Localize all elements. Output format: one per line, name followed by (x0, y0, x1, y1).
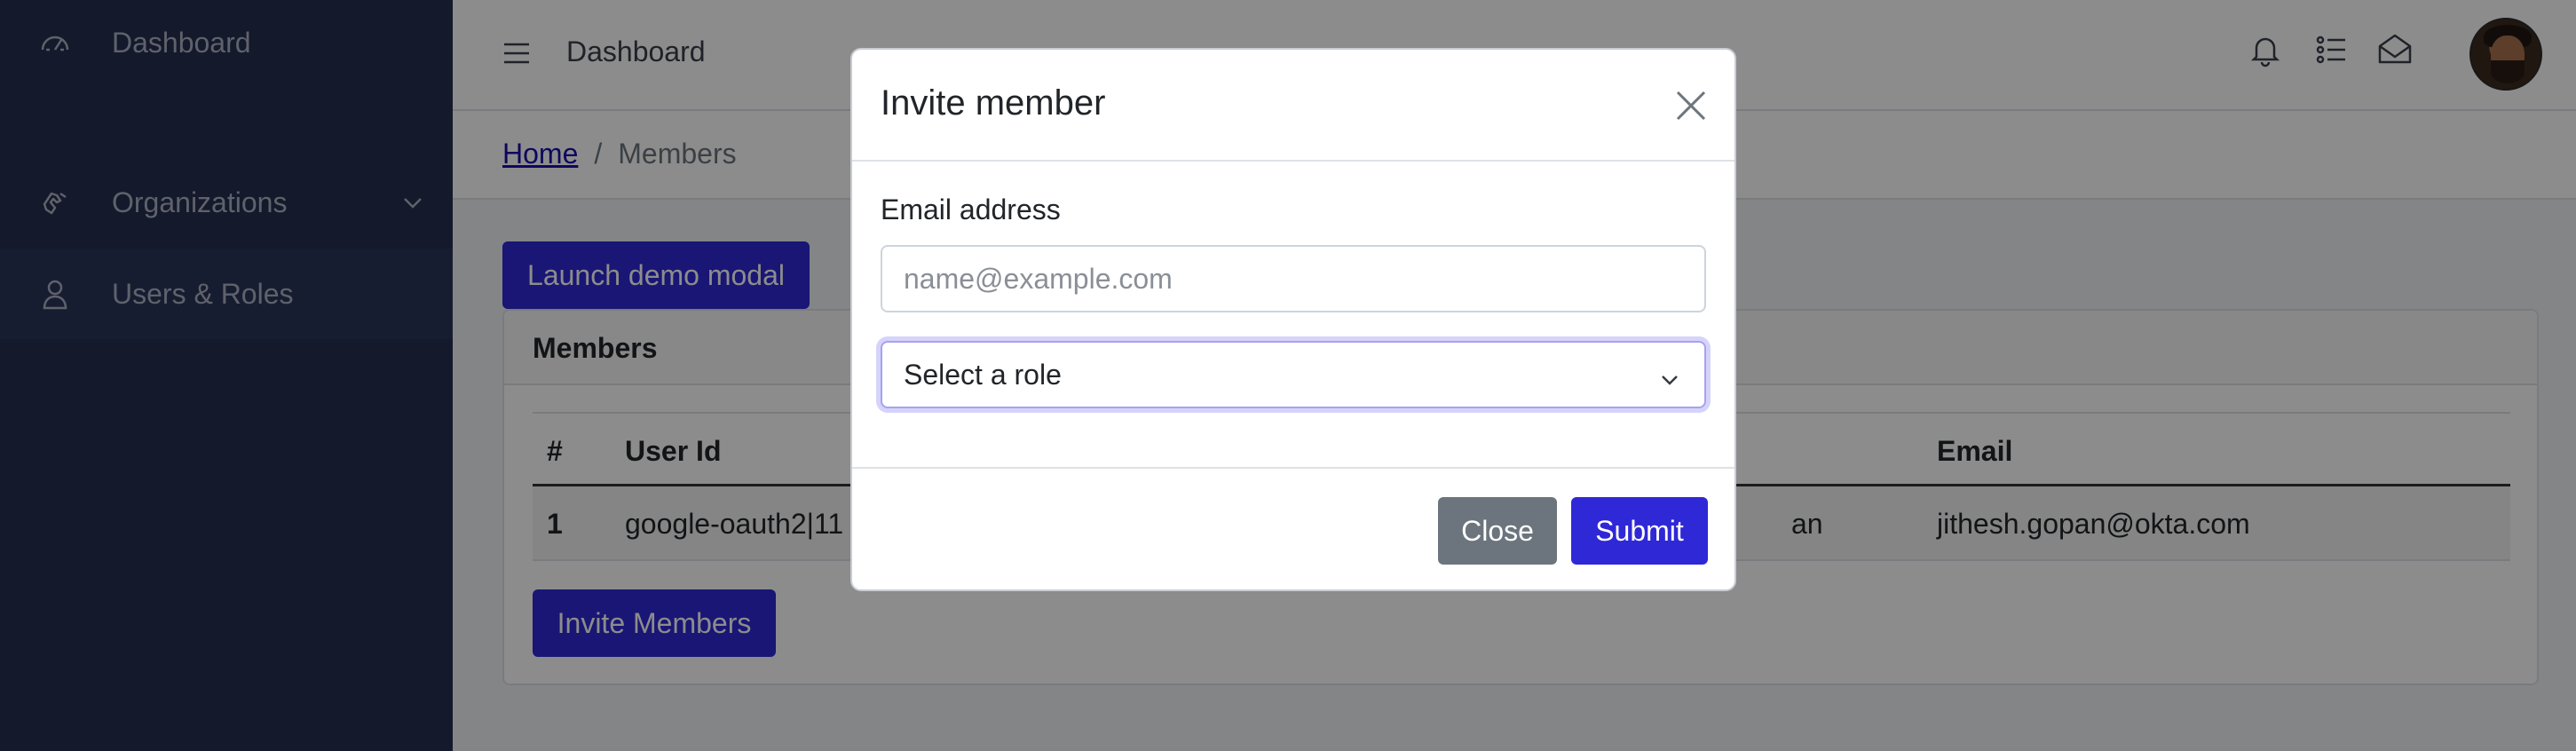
modal-title: Invite member (881, 83, 1106, 123)
role-select-value: Select a role (904, 358, 1062, 391)
chevron-down-icon (1658, 366, 1681, 389)
email-field[interactable] (881, 245, 1706, 312)
invite-member-modal: Invite member Email address Select a rol… (850, 48, 1736, 591)
role-select[interactable]: Select a role (881, 341, 1706, 408)
close-icon[interactable] (1672, 87, 1710, 124)
modal-header: Invite member (852, 50, 1734, 162)
email-label: Email address (881, 194, 1061, 225)
close-button[interactable]: Close (1438, 497, 1557, 565)
submit-button[interactable]: Submit (1571, 497, 1708, 565)
modal-footer: Close Submit (852, 467, 1734, 589)
